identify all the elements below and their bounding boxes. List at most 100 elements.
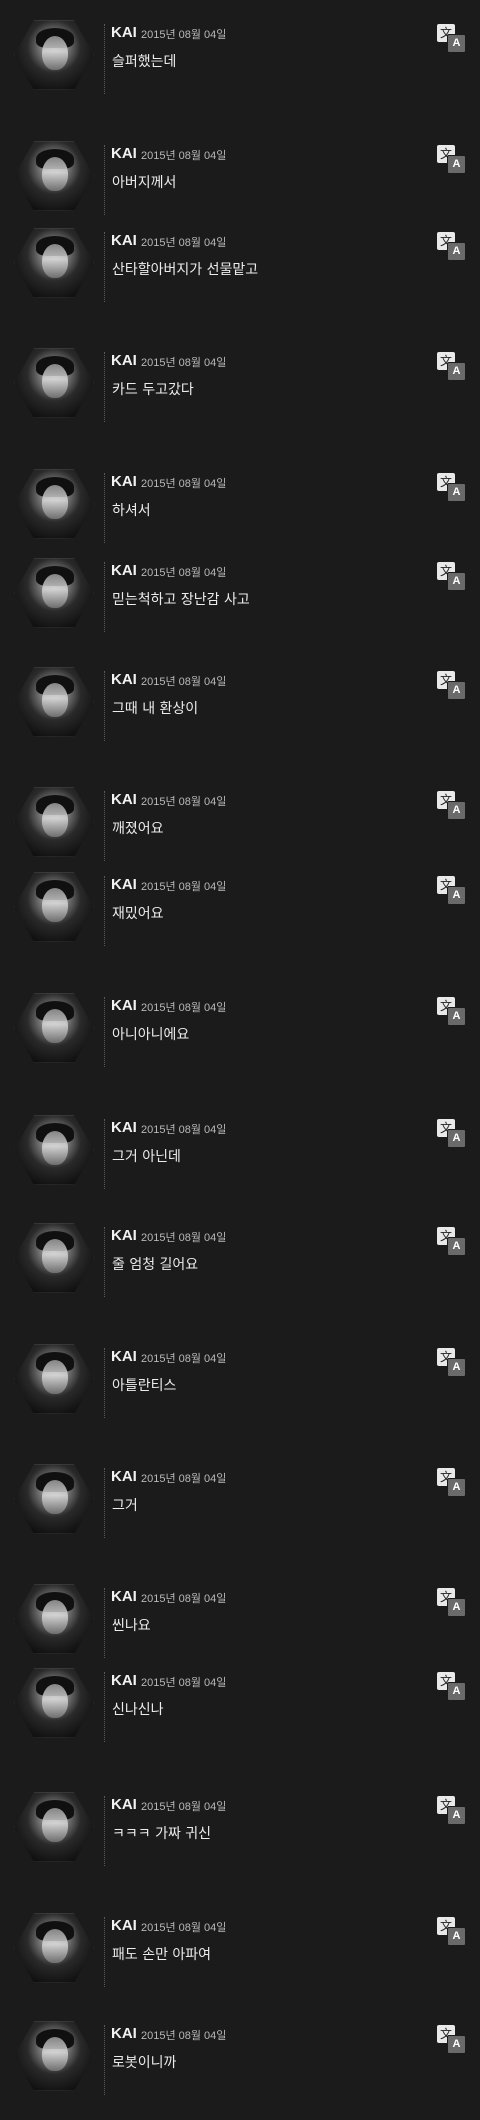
avatar-face (42, 1684, 68, 1718)
avatar[interactable] (14, 993, 94, 1063)
translate-button[interactable]: 文A (437, 671, 466, 700)
translate-letter: A (447, 886, 466, 905)
message-text: 줄 엄청 길어요 (112, 1257, 199, 1273)
message-text: ㅋㅋㅋ 가짜 귀신 (112, 1826, 212, 1842)
avatar[interactable] (14, 141, 94, 211)
message-divider (104, 876, 106, 946)
avatar[interactable] (14, 1115, 94, 1185)
chat-message-list[interactable]: KAI 2015년 08월 04일 슬퍼했는데 文A KAI 2015년 08월… (0, 0, 480, 2120)
translate-letter: A (447, 1478, 466, 1497)
chat-message: KAI 2015년 08월 04일 줄 엄청 길어요 文A (0, 1223, 480, 1303)
avatar-face (42, 1929, 68, 1963)
message-divider (104, 671, 106, 741)
chat-message: KAI 2015년 08월 04일 아틀란티스 文A (0, 1344, 480, 1424)
chat-message: KAI 2015년 08월 04일 카드 두고갔다 文A (0, 348, 480, 428)
translate-button[interactable]: 文A (437, 562, 466, 591)
translate-button[interactable]: 文A (437, 1468, 466, 1497)
translate-letter: A (447, 572, 466, 591)
translate-button[interactable]: 文A (437, 791, 466, 820)
avatar-face (42, 574, 68, 608)
avatar[interactable] (14, 1913, 94, 1983)
message-divider (104, 1348, 106, 1418)
message-divider (104, 1468, 106, 1538)
avatar[interactable] (14, 228, 94, 298)
message-timestamp: 2015년 08월 04일 (141, 1593, 227, 1605)
translate-letter: A (447, 1598, 466, 1617)
translate-button[interactable]: 文A (437, 1672, 466, 1701)
message-divider (104, 997, 106, 1067)
translate-letter: A (447, 1358, 466, 1377)
message-divider (104, 145, 106, 215)
avatar[interactable] (14, 1668, 94, 1738)
translate-button[interactable]: 文A (437, 997, 466, 1026)
avatar[interactable] (14, 348, 94, 418)
avatar-face (42, 157, 68, 191)
message-timestamp: 2015년 08월 04일 (141, 676, 227, 688)
translate-button[interactable]: 文A (437, 1796, 466, 1825)
avatar[interactable] (14, 667, 94, 737)
avatar[interactable] (14, 1464, 94, 1534)
chat-message: KAI 2015년 08월 04일 아니아니에요 文A (0, 993, 480, 1073)
message-divider (104, 24, 106, 94)
chat-message: KAI 2015년 08월 04일 그거 文A (0, 1464, 480, 1544)
translate-button[interactable]: 文A (437, 1917, 466, 1946)
avatar[interactable] (14, 1344, 94, 1414)
avatar[interactable] (14, 1792, 94, 1862)
sender-name: KAI (111, 876, 137, 893)
message-divider (104, 1796, 106, 1866)
avatar[interactable] (14, 469, 94, 539)
translate-letter: A (447, 801, 466, 820)
translate-button[interactable]: 文A (437, 232, 466, 261)
sender-name: KAI (111, 1672, 137, 1689)
avatar[interactable] (14, 1223, 94, 1293)
avatar-face (42, 1239, 68, 1273)
sender-name: KAI (111, 1468, 137, 1485)
sender-name: KAI (111, 473, 137, 490)
translate-button[interactable]: 文A (437, 876, 466, 905)
sender-name: KAI (111, 1588, 137, 1605)
message-text: 카드 두고갔다 (112, 382, 194, 398)
message-text: 로봇이니까 (112, 2055, 177, 2071)
translate-button[interactable]: 文A (437, 145, 466, 174)
sender-name: KAI (111, 997, 137, 1014)
translate-button[interactable]: 文A (437, 1588, 466, 1617)
sender-name: KAI (111, 24, 137, 41)
sender-name: KAI (111, 1227, 137, 1244)
translate-button[interactable]: 文A (437, 1348, 466, 1377)
translate-letter: A (447, 483, 466, 502)
sender-name: KAI (111, 1917, 137, 1934)
avatar[interactable] (14, 1584, 94, 1654)
message-divider (104, 1917, 106, 1987)
translate-letter: A (447, 362, 466, 381)
avatar[interactable] (14, 2021, 94, 2091)
message-divider (104, 1119, 106, 1189)
translate-button[interactable]: 文A (437, 2025, 466, 2054)
avatar[interactable] (14, 20, 94, 90)
translate-letter: A (447, 1682, 466, 1701)
message-timestamp: 2015년 08월 04일 (141, 150, 227, 162)
message-timestamp: 2015년 08월 04일 (141, 1002, 227, 1014)
message-text: 재밌어요 (112, 906, 164, 922)
sender-name: KAI (111, 2025, 137, 2042)
message-text: 신나신나 (112, 1702, 164, 1718)
message-text: 패도 손만 아파여 (112, 1947, 212, 1963)
message-divider (104, 352, 106, 422)
translate-button[interactable]: 文A (437, 352, 466, 381)
avatar[interactable] (14, 558, 94, 628)
translate-letter: A (447, 1007, 466, 1026)
message-divider (104, 1672, 106, 1742)
chat-message: KAI 2015년 08월 04일 믿는척하고 장난감 사고 文A (0, 558, 480, 638)
message-text: 깨졌어요 (112, 821, 164, 837)
translate-button[interactable]: 文A (437, 1227, 466, 1256)
avatar-face (42, 1480, 68, 1514)
translate-button[interactable]: 文A (437, 1119, 466, 1148)
chat-message: KAI 2015년 08월 04일 아버지께서 文A (0, 141, 480, 221)
message-divider (104, 562, 106, 632)
message-divider (104, 791, 106, 861)
translate-letter: A (447, 155, 466, 174)
translate-button[interactable]: 文A (437, 473, 466, 502)
avatar[interactable] (14, 872, 94, 942)
avatar[interactable] (14, 787, 94, 857)
translate-button[interactable]: 文A (437, 24, 466, 53)
message-timestamp: 2015년 08월 04일 (141, 881, 227, 893)
